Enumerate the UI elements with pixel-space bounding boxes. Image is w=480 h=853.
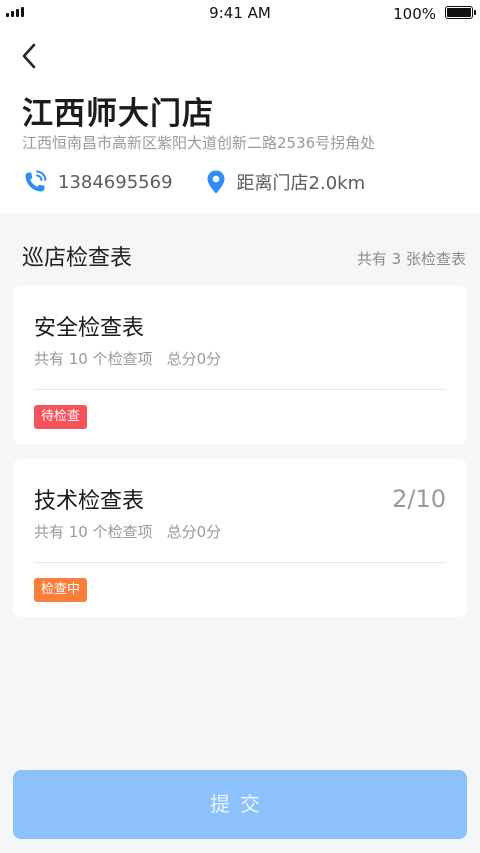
checklist-count: 共有 3 张检查表 [356,250,466,268]
phone-icon[interactable] [22,169,48,195]
checklist-title: 安全检查表 [34,316,145,341]
checklist-card[interactable]: 技术检查表 2/10 共有 10 个检查项 总分0分 检查中 [13,459,467,617]
location-pin-icon [207,170,225,194]
checklist-progress: 2/10 [392,485,446,513]
battery-icon [445,6,476,19]
status-badge: 待检查 [34,405,88,429]
battery-percentage: 100% [393,5,436,23]
checklist-score: 总分0分 [166,523,222,541]
checklist-meta: 共有 10 个检查项 总分0分 [34,348,221,369]
submit-button[interactable]: 提交 [13,770,467,839]
store-info-panel: 江西师大门店 江西恒南昌市高新区紫阳大道创新二路2536号拐角处 1384695… [0,26,480,213]
divider [34,389,446,390]
store-distance: 距离门店2.0km [236,173,366,194]
divider [34,562,446,563]
store-phone[interactable]: 1384695569 [58,172,173,193]
status-bar: 9:41 AM 100% [0,0,480,26]
section-title: 巡店检查表 [22,246,133,271]
checklist-score: 总分0分 [166,350,222,368]
checklist-title: 技术检查表 [34,489,145,514]
checklist-meta: 共有 10 个检查项 总分0分 [34,521,221,542]
store-name: 江西师大门店 [22,96,214,132]
contact-row: 1384695569 距离门店2.0km [22,168,365,196]
chevron-left-icon[interactable] [14,40,46,72]
checklist-card[interactable]: 安全检查表 共有 10 个检查项 总分0分 待检查 [13,286,467,444]
checklist-item-count: 共有 10 个检查项 [34,350,153,368]
store-address: 江西恒南昌市高新区紫阳大道创新二路2536号拐角处 [22,134,376,152]
status-badge: 检查中 [34,578,88,602]
checklist-item-count: 共有 10 个检查项 [34,523,153,541]
